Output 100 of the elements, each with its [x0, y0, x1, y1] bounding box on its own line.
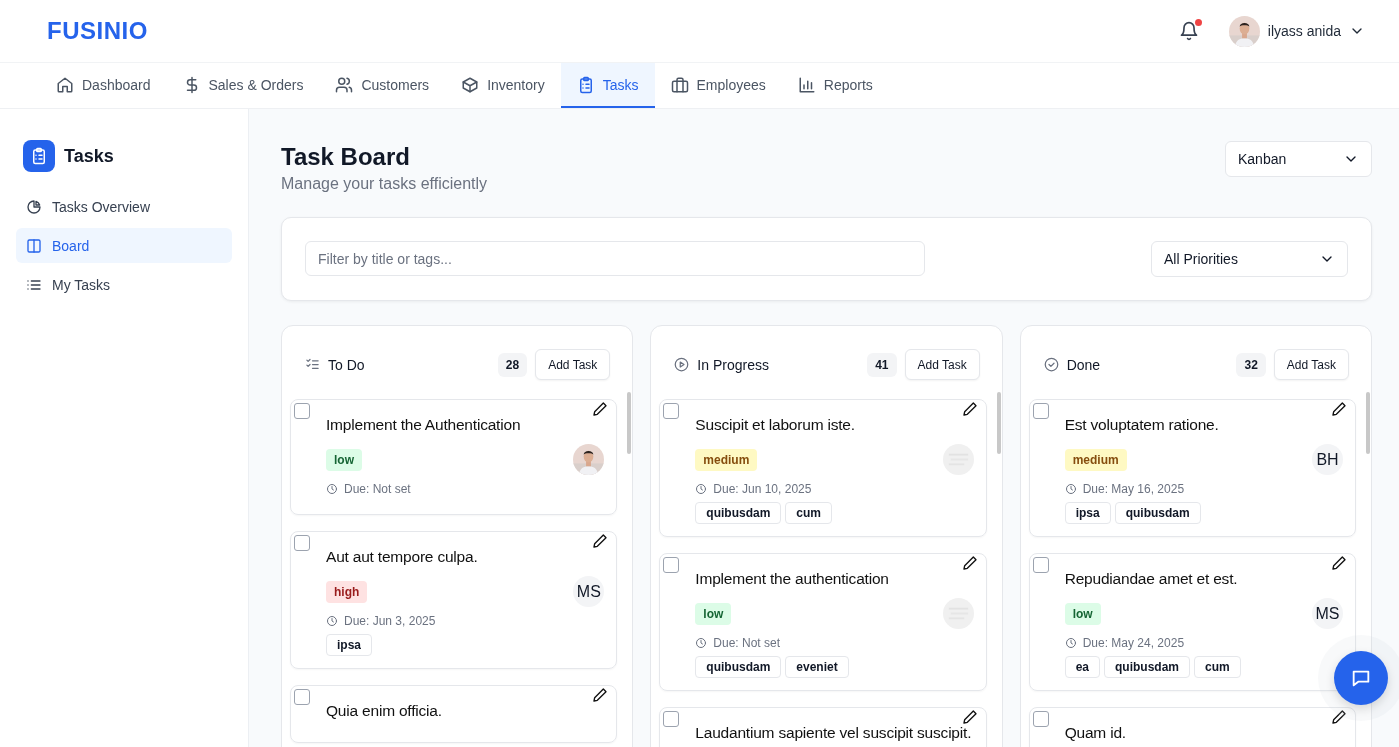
- priority-badge: high: [326, 580, 368, 603]
- task-count: 41: [867, 352, 897, 377]
- task-checkbox[interactable]: [663, 711, 680, 727]
- clock-icon: [695, 637, 708, 649]
- column-title: Done: [1066, 356, 1102, 373]
- priority-badge: low: [695, 602, 732, 625]
- page-title: Task Board: [281, 143, 411, 171]
- task-title: Est voluptatem ratione.: [1064, 415, 1219, 435]
- tag: ipsa: [1064, 502, 1111, 524]
- task-title: Implement the authentication: [695, 569, 889, 589]
- clock-icon: [326, 615, 338, 627]
- task-title: Implement the Authentication: [326, 415, 521, 435]
- avatar-initials: BH: [1312, 444, 1343, 475]
- clock-icon: [1064, 483, 1077, 495]
- edit-button[interactable]: [1331, 555, 1347, 571]
- due-date: Due: Not set: [713, 636, 781, 650]
- task-card[interactable]: Suscipit et laborum iste. medium Due: Jun 10, 2025 quibusdam cum: [659, 399, 987, 537]
- users-icon: [335, 75, 354, 94]
- pencil-icon: [961, 555, 978, 571]
- brand-logo[interactable]: FUSINIO: [47, 17, 148, 45]
- bell-icon: [1178, 21, 1199, 41]
- nav-tab[interactable]: Inventory: [445, 63, 561, 108]
- scrollbar[interactable]: [996, 392, 1001, 454]
- task-checkbox[interactable]: [294, 535, 310, 551]
- due-date: Due: Jun 10, 2025: [713, 482, 812, 496]
- scrollbar[interactable]: [1366, 392, 1370, 454]
- avatar-initials: MS: [573, 576, 605, 607]
- edit-button[interactable]: [1331, 709, 1347, 725]
- sidebar-title: Tasks: [64, 145, 114, 167]
- pencil-icon: [961, 709, 978, 725]
- checklist-icon: [305, 357, 320, 372]
- task-checkbox[interactable]: [1032, 403, 1049, 419]
- sidebar-item[interactable]: My Tasks: [16, 267, 232, 302]
- filter-field[interactable]: Filter by title or tags...: [305, 241, 925, 276]
- column-title: In Progress: [697, 356, 770, 373]
- notifications-button[interactable]: [1178, 21, 1199, 41]
- task-checkbox[interactable]: [1032, 711, 1049, 727]
- sidebar-item[interactable]: Board: [16, 228, 232, 263]
- page-subtitle: Manage your tasks efficiently: [281, 175, 488, 193]
- task-card[interactable]: Implement the authentication low Due: Not set quibusdam eveniet: [659, 553, 987, 691]
- priority-badge: low: [326, 448, 362, 471]
- play-circle-icon: [674, 357, 690, 372]
- clock-icon: [695, 483, 708, 495]
- edit-button[interactable]: [1331, 401, 1347, 417]
- pie-chart-icon: [26, 198, 42, 215]
- task-card[interactable]: Aut aut tempore culpa. high MS Due: Jun 3, 2025 ipsa: [290, 531, 618, 669]
- tag: quibusdam: [695, 502, 782, 524]
- nav-tab[interactable]: Tasks: [560, 63, 655, 108]
- task-title: Quia enim officia.: [326, 701, 442, 721]
- add-task-button[interactable]: Add Task: [1273, 349, 1349, 380]
- edit-button[interactable]: [961, 709, 978, 725]
- check-circle-icon: [1043, 357, 1059, 372]
- task-title: Laudantium sapiente vel suscipit suscipit.: [695, 723, 972, 743]
- tag: cum: [785, 502, 833, 524]
- task-card[interactable]: Implement the Authentication low Due: Not set: [290, 399, 618, 515]
- task-title: Repudiandae amet et est.: [1064, 569, 1238, 589]
- task-title: Aut aut tempore culpa.: [326, 547, 478, 567]
- briefcase-icon: [670, 75, 689, 94]
- box-icon: [461, 75, 480, 94]
- edit-button[interactable]: [961, 401, 978, 417]
- nav-tab[interactable]: Sales & Orders: [166, 63, 320, 108]
- task-title: Suscipit et laborum iste.: [695, 415, 855, 435]
- clipboard-glyph-icon: [30, 147, 48, 165]
- task-checkbox[interactable]: [294, 689, 310, 705]
- pencil-icon: [961, 401, 978, 417]
- nav-tab[interactable]: Customers: [319, 63, 446, 108]
- add-task-button[interactable]: Add Task: [904, 349, 980, 380]
- task-card[interactable]: Est voluptatem ratione. medium BH Due: May 16, 2025 ipsa quibusdam: [1028, 399, 1356, 537]
- due-date: Due: Jun 3, 2025: [344, 614, 436, 628]
- task-checkbox[interactable]: [663, 557, 680, 573]
- user-menu[interactable]: ilyass anida: [1228, 15, 1365, 47]
- column-title: To Do: [328, 356, 366, 373]
- nav-tab[interactable]: Employees: [654, 63, 782, 108]
- nav-tab[interactable]: Dashboard: [40, 63, 167, 108]
- task-count: 32: [1236, 352, 1266, 377]
- bar-chart-icon: [797, 75, 816, 94]
- pencil-icon: [592, 533, 609, 549]
- edit-button[interactable]: [961, 555, 978, 571]
- sidebar-item[interactable]: Tasks Overview: [16, 189, 232, 224]
- nav-tab[interactable]: Reports: [781, 63, 889, 108]
- task-card[interactable]: Laudantium sapiente vel suscipit suscipit.: [659, 707, 987, 747]
- priority-badge: medium: [695, 448, 758, 471]
- pencil-icon: [1331, 401, 1347, 417]
- pencil-icon: [1331, 709, 1347, 725]
- due-date: Due: May 16, 2025: [1082, 482, 1185, 496]
- task-card[interactable]: Quam id.: [1028, 707, 1356, 747]
- task-checkbox[interactable]: [294, 403, 310, 419]
- priority-select[interactable]: All Priorities: [1151, 241, 1348, 277]
- task-card[interactable]: Quia enim officia.: [290, 685, 618, 743]
- edit-button[interactable]: [592, 533, 609, 549]
- view-select[interactable]: Kanban: [1225, 141, 1372, 177]
- add-task-button[interactable]: Add Task: [535, 349, 611, 380]
- tag: eveniet: [785, 656, 849, 678]
- tag: ea: [1064, 656, 1100, 678]
- task-checkbox[interactable]: [663, 403, 680, 419]
- scrollbar[interactable]: [627, 392, 632, 454]
- edit-button[interactable]: [592, 401, 609, 417]
- task-checkbox[interactable]: [1032, 557, 1049, 573]
- edit-button[interactable]: [592, 687, 609, 703]
- home-icon: [56, 75, 74, 94]
